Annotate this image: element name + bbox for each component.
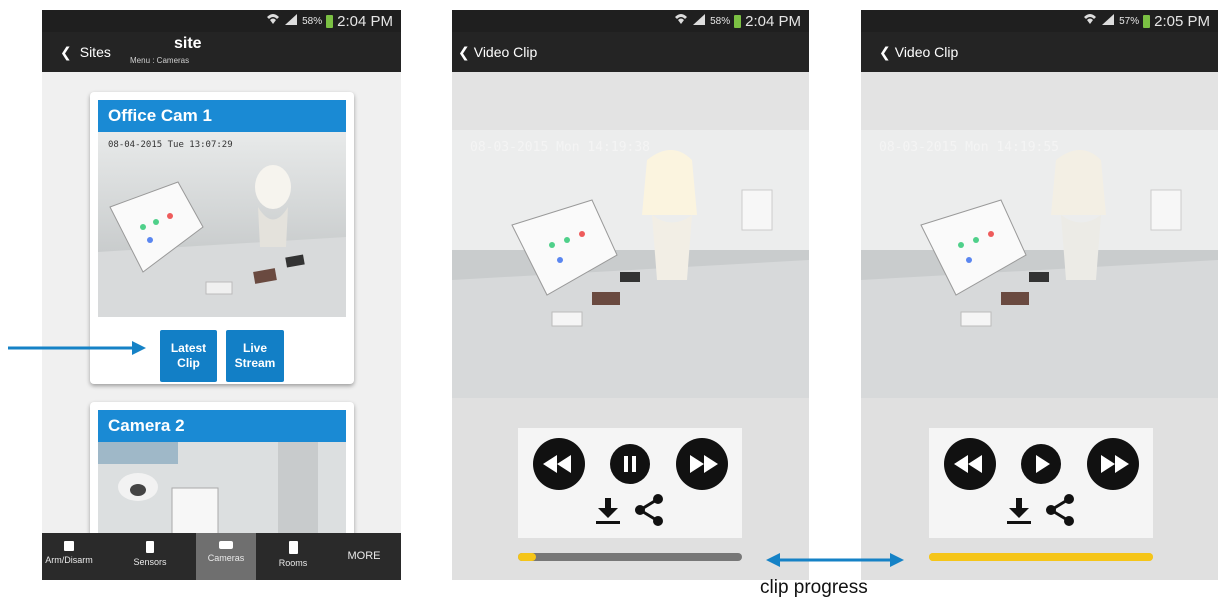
clip-progress-bar[interactable] <box>929 553 1153 561</box>
wifi-icon <box>266 12 280 30</box>
tab-arm-disarm[interactable]: Arm/Disarm <box>42 533 96 580</box>
play-icon <box>1036 455 1050 473</box>
battery-icon <box>734 14 742 28</box>
bottom-tab-bar: Arm/Disarm Sensors Cameras Rooms MORE <box>42 533 401 580</box>
chevron-left-icon: ❮ <box>60 44 72 60</box>
latest-clip-button[interactable]: Latest Clip <box>160 330 217 382</box>
video-timestamp: 08-03-2015 Mon 14:19:55 <box>879 140 1060 155</box>
battery-icon <box>326 14 334 28</box>
video-timestamp: 08-03-2015 Mon 14:19:38 <box>470 140 651 155</box>
fast-forward-icon <box>690 455 718 473</box>
share-button[interactable] <box>634 494 664 531</box>
fast-forward-icon <box>1101 455 1129 473</box>
tab-more[interactable]: MORE <box>334 533 394 580</box>
controls-area <box>452 398 809 580</box>
tab-label: Sensors <box>133 557 167 567</box>
camera-title: Office Cam 1 <box>98 100 346 132</box>
share-icon <box>1046 494 1074 526</box>
download-icon <box>596 498 620 524</box>
battery-percent: 58% <box>302 15 323 27</box>
status-bar: 57% 2:05 PM <box>861 10 1218 32</box>
tab-label: MORE <box>347 550 381 562</box>
tab-cameras[interactable]: Cameras <box>196 533 256 580</box>
sensor-icon <box>146 541 154 553</box>
camera-title: Camera 2 <box>98 410 346 442</box>
tab-label: Cameras <box>207 553 245 563</box>
rewind-button[interactable] <box>944 438 996 490</box>
app-header: ❮ Video Clip <box>452 32 809 72</box>
tab-sensors[interactable]: Sensors <box>122 533 178 580</box>
camera-card: Camera 2 <box>90 402 354 542</box>
clock: 2:04 PM <box>337 12 393 30</box>
camera-snapshot[interactable] <box>98 132 346 317</box>
door-icon <box>288 541 298 554</box>
download-button[interactable] <box>596 498 620 531</box>
lock-icon <box>64 541 74 551</box>
page-subtitle: Menu : Cameras <box>130 56 190 65</box>
video-top-spacer <box>452 72 809 130</box>
back-button[interactable]: ❮ Video Clip <box>879 44 958 61</box>
clip-progress-bar[interactable] <box>518 553 742 561</box>
app-header: ❮ Sites site Menu : Cameras <box>42 32 401 72</box>
battery-percent: 57% <box>1119 15 1140 27</box>
play-button[interactable] <box>1021 444 1061 484</box>
wifi-icon <box>674 12 688 30</box>
clock: 2:04 PM <box>745 12 801 30</box>
back-button[interactable]: ❮ Sites <box>60 44 111 61</box>
app-header: ❮ Video Clip <box>861 32 1218 72</box>
annotation-arrow <box>8 341 146 355</box>
player-controls <box>929 428 1153 538</box>
player-controls <box>518 428 742 538</box>
video-top-spacer <box>861 72 1218 130</box>
phone-screen-video-clip-finished: 57% 2:05 PM ❮ Video Clip 08-03-2015 Mon … <box>861 10 1218 580</box>
chevron-left-icon: ❮ <box>879 44 891 60</box>
camera-icon <box>219 541 233 549</box>
status-bar: 58% 2:04 PM <box>42 10 401 32</box>
rewind-icon <box>954 455 982 473</box>
video-player[interactable] <box>452 130 809 398</box>
camera-snapshot[interactable] <box>98 442 346 542</box>
chevron-left-icon: ❮ <box>458 44 470 60</box>
pause-icon <box>624 456 636 472</box>
signal-icon <box>692 13 706 30</box>
back-label: Sites <box>79 44 111 60</box>
page-title: site <box>174 35 202 52</box>
tab-label: Arm/Disarm <box>45 555 93 565</box>
battery-percent: 58% <box>710 15 731 27</box>
wifi-icon <box>1083 12 1097 30</box>
back-button[interactable]: ❮ Video Clip <box>458 44 537 61</box>
tab-rooms[interactable]: Rooms <box>268 533 318 580</box>
signal-icon <box>1101 13 1115 30</box>
rewind-icon <box>543 455 571 473</box>
video-player[interactable] <box>861 130 1218 398</box>
signal-icon <box>284 13 298 30</box>
phone-screen-cameras: 58% 2:04 PM ❮ Sites site Menu : Cameras … <box>42 10 401 580</box>
fast-forward-button[interactable] <box>676 438 728 490</box>
controls-area <box>861 398 1218 580</box>
back-label: Video Clip <box>894 44 959 60</box>
download-icon <box>1007 498 1031 524</box>
annotation-caption: clip progress <box>760 577 868 598</box>
clock: 2:05 PM <box>1154 12 1210 30</box>
tab-label: Rooms <box>278 558 308 568</box>
download-button[interactable] <box>1007 498 1031 531</box>
clip-progress-fill <box>929 553 1153 561</box>
share-button[interactable] <box>1045 494 1075 531</box>
pause-button[interactable] <box>610 444 650 484</box>
annotation-double-arrow <box>766 553 904 567</box>
rewind-button[interactable] <box>533 438 585 490</box>
fast-forward-button[interactable] <box>1087 438 1139 490</box>
phone-screen-video-clip-playing: 58% 2:04 PM ❮ Video Clip 08-03-2015 Mon … <box>452 10 809 580</box>
status-bar: 58% 2:04 PM <box>452 10 809 32</box>
live-stream-button[interactable]: Live Stream <box>226 330 284 382</box>
snapshot-timestamp: 08-04-2015 Tue 13:07:29 <box>108 140 233 150</box>
clip-progress-fill <box>518 553 536 561</box>
share-icon <box>635 494 663 526</box>
battery-icon <box>1143 14 1151 28</box>
back-label: Video Clip <box>473 44 538 60</box>
